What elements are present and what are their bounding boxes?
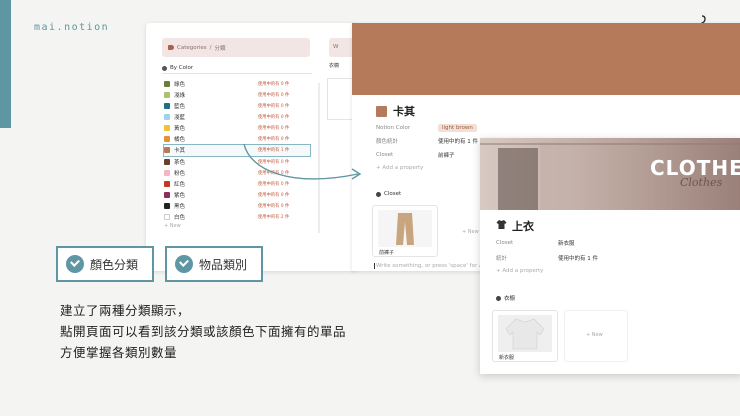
color-swatch [164, 191, 170, 198]
color-name: 淺綠 [174, 92, 186, 99]
side-tab-2[interactable]: 衣櫥 [329, 62, 339, 69]
color-name: 黑色 [174, 204, 186, 211]
color-name: 藍色 [174, 103, 186, 110]
color-swatch [164, 214, 170, 221]
color-row[interactable]: 淺綠 使用中的有 0 件 [164, 89, 312, 100]
categories-label: Categories [177, 44, 207, 51]
color-swatch [164, 180, 170, 187]
color-row[interactable]: 淺藍 使用中的有 0 件 [164, 111, 312, 122]
side-card[interactable] [327, 78, 353, 120]
color-swatch [164, 113, 170, 120]
color-count: 使用中的有 0 件 [258, 81, 290, 87]
color-swatch [164, 158, 170, 165]
shirt-icon [496, 219, 507, 233]
color-swatch [164, 102, 170, 109]
new-card-button[interactable]: + New [586, 332, 603, 338]
closet-card[interactable]: 前褲子 [372, 205, 438, 257]
categories-header[interactable]: Categories / 分類 [162, 38, 310, 57]
view-tab-by-color[interactable]: By Color [162, 65, 193, 71]
prop-closet[interactable]: Closet 新衣服 [496, 239, 575, 247]
color-name: 綠色 [174, 81, 186, 88]
color-count: 使用中的有 2 件 [258, 215, 290, 221]
sweater-image [498, 315, 552, 352]
cover-image [352, 23, 740, 95]
prop-closet[interactable]: Closet 前褲子 [376, 151, 455, 159]
check-icon [175, 255, 193, 273]
color-name: 橘色 [174, 137, 186, 144]
color-name: 黃色 [174, 126, 186, 133]
view-icon [162, 65, 167, 71]
arrow-icon [243, 143, 362, 180]
prop-notion-color[interactable]: Notion Color light brown [376, 124, 477, 132]
color-count: 使用中的有 0 件 [258, 126, 290, 132]
color-count: 使用中的有 0 件 [258, 103, 290, 109]
page-title: 上衣 [496, 218, 534, 234]
color-count: 使用中的有 0 件 [258, 192, 290, 198]
color-name: 白色 [174, 215, 186, 222]
new-card-button[interactable]: + New [462, 229, 479, 235]
color-name: 卡其 [174, 148, 186, 155]
pants-image [378, 210, 432, 247]
wardrobe-icon [496, 295, 501, 301]
color-row[interactable]: 綠色 使用中的有 0 件 [164, 78, 312, 89]
color-swatch [164, 125, 170, 132]
color-swatch [164, 80, 170, 87]
wardrobe-card[interactable]: 新衣服 [492, 310, 558, 362]
category-detail-panel: CLOTHES Clothes 上衣 Closet 新衣服 統計 使用中的有 1… [480, 138, 740, 374]
categories-sub: 分類 [214, 45, 226, 52]
add-property-button[interactable]: + Add a property [376, 165, 423, 171]
page-title: 卡其 [376, 103, 415, 119]
color-row[interactable]: 白色 使用中的有 2 件 [164, 212, 312, 223]
divider [162, 73, 312, 74]
color-count: 使用中的有 0 件 [258, 114, 290, 120]
color-name: 紫色 [174, 192, 186, 199]
prop-color-count[interactable]: 顏色統計 使用中的有 1 件 [376, 137, 478, 145]
closet-icon [376, 191, 381, 197]
color-swatch [164, 136, 170, 143]
cover-script: Clothes [680, 176, 723, 189]
brand-logo: mai.notion [34, 22, 110, 33]
color-name: 紅色 [174, 181, 186, 188]
badge-item-category: 物品類別 [165, 246, 263, 282]
color-row[interactable]: 紫色 使用中的有 0 件 [164, 189, 312, 200]
color-swatch [164, 91, 170, 98]
accent-strip [0, 0, 11, 128]
color-name: 淺藍 [174, 114, 186, 121]
prop-count[interactable]: 統計 使用中的有 1 件 [496, 254, 598, 262]
closet-section: Closet [376, 191, 401, 197]
color-name: 茶色 [174, 159, 186, 166]
color-square-icon [376, 105, 387, 117]
badge-color-category: 顏色分類 [56, 246, 154, 282]
color-count: 使用中的有 0 件 [258, 204, 290, 210]
color-name: 粉色 [174, 170, 186, 177]
color-swatch [164, 203, 170, 210]
color-row[interactable]: 藍色 使用中的有 0 件 [164, 100, 312, 111]
add-property-button[interactable]: + Add a property [496, 268, 543, 274]
check-icon [66, 255, 84, 273]
color-swatch [164, 169, 170, 176]
color-swatch [164, 147, 170, 154]
new-row-button[interactable]: + New [164, 223, 181, 229]
wardrobe-section: 衣櫥 [496, 294, 515, 302]
caption: 建立了兩種分類顯示， 點開頁面可以看到該分類或該顏色下面擁有的單品 方便掌握各類… [60, 303, 347, 360]
color-row[interactable]: 黑色 使用中的有 0 件 [164, 201, 312, 212]
tag-icon [168, 45, 174, 50]
color-row[interactable]: 黃色 使用中的有 0 件 [164, 123, 312, 134]
color-count: 使用中的有 0 件 [258, 92, 290, 98]
